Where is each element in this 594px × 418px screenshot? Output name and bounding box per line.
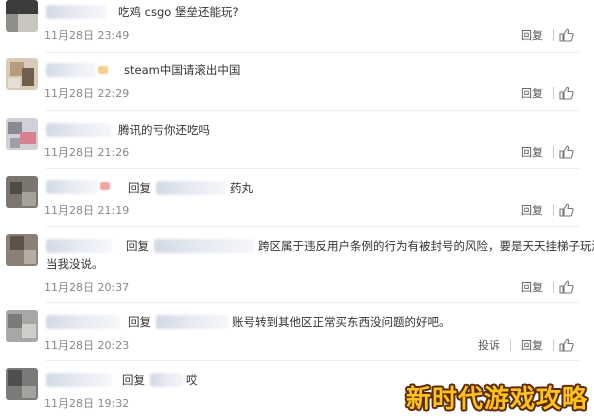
comment-item: 回复 账号转到其他区正常买东西没问题的好吧。 11月28日 20:23 投诉 回… [0, 310, 594, 367]
thumbs-up-icon[interactable] [558, 86, 574, 100]
username-blurred[interactable] [46, 5, 106, 19]
comment-text: 账号转到其他区正常买东西没问题的好吧。 [232, 315, 451, 329]
comment-text: 哎 [186, 373, 198, 387]
thumbs-up-icon[interactable] [558, 203, 574, 217]
avatar[interactable] [6, 234, 38, 266]
username-blurred[interactable] [46, 63, 96, 77]
reply-button[interactable]: 回复 [515, 144, 549, 160]
comment-time: 11月28日 20:37 [44, 281, 130, 294]
thumbs-up-icon[interactable] [558, 145, 574, 159]
avatar[interactable] [6, 58, 38, 90]
reply-button[interactable]: 回复 [515, 27, 549, 43]
reply-prefix: 回复 [128, 315, 151, 329]
thumbs-up-icon[interactable] [558, 28, 574, 42]
mention-blurred[interactable] [154, 239, 254, 253]
comment-actions: 回复 [515, 202, 574, 218]
report-button[interactable]: 投诉 [472, 337, 506, 353]
comment-actions: 回复 [515, 27, 574, 43]
comment-time: 11月28日 20:23 [44, 339, 130, 352]
comment-divider [46, 226, 580, 227]
username-blurred[interactable] [46, 373, 112, 387]
mention-blurred[interactable] [156, 181, 226, 195]
comment-divider [46, 360, 580, 361]
comment-divider [46, 302, 580, 303]
avatar[interactable] [6, 368, 38, 400]
divider [510, 339, 511, 351]
divider [553, 281, 554, 293]
comment-time: 11月28日 21:26 [44, 146, 130, 159]
comment-text: steam中国请滚出中国 [124, 63, 241, 77]
comment-actions: 回复 [515, 85, 574, 101]
comment-divider [46, 110, 580, 111]
reply-button[interactable]: 回复 [515, 202, 549, 218]
username-blurred[interactable] [46, 123, 112, 137]
comment-divider [46, 52, 580, 53]
comment-actions: 回复 [515, 144, 574, 160]
avatar[interactable] [6, 176, 38, 208]
divider [553, 87, 554, 99]
reply-button[interactable]: 回复 [515, 337, 549, 353]
comment-item: 腾讯的亏你还吃吗 11月28日 21:26 回复 [0, 118, 594, 175]
thumbs-up-icon[interactable] [558, 338, 574, 352]
comment-time: 11月28日 22:29 [44, 87, 130, 100]
username-blurred[interactable] [46, 239, 112, 253]
reply-button[interactable]: 回复 [515, 279, 549, 295]
watermark-logo: 新时代游戏攻略 [405, 384, 588, 413]
comment-text: 跨区属于违反用户条例的行为有被封号的风险，要是天天挂梯子玩游戏 [258, 239, 594, 253]
username-blurred[interactable] [46, 180, 98, 194]
reply-prefix: 回复 [128, 181, 151, 195]
avatar[interactable] [6, 310, 38, 342]
divider [553, 146, 554, 158]
comment-item: steam中国请滚出中国 11月28日 22:29 回复 [0, 58, 594, 115]
mention-blurred[interactable] [156, 315, 228, 329]
divider [553, 29, 554, 41]
comment-text: 吃鸡 csgo 堡垒还能玩? [118, 5, 239, 19]
divider [553, 339, 554, 351]
username-badge [98, 66, 108, 74]
comment-text-continued: 当我没说。 [46, 257, 104, 271]
comment-time: 11月28日 19:32 [44, 397, 130, 410]
divider [553, 204, 554, 216]
mention-blurred[interactable] [150, 373, 184, 387]
comment-time: 11月28日 21:19 [44, 204, 130, 217]
reply-button[interactable]: 回复 [515, 85, 549, 101]
comment-divider [46, 168, 580, 169]
comment-item: 回复 跨区属于违反用户条例的行为有被封号的风险，要是天天挂梯子玩游戏 当我没说。… [0, 234, 594, 304]
username-blurred[interactable] [46, 315, 120, 329]
comment-text: 药丸 [230, 181, 253, 195]
comment-item: 吃鸡 csgo 堡垒还能玩? 11月28日 23:49 回复 [0, 0, 594, 57]
comment-actions: 回复 [515, 279, 574, 295]
comment-actions: 投诉 回复 [472, 337, 574, 353]
reply-prefix: 回复 [122, 373, 145, 387]
avatar[interactable] [6, 118, 38, 150]
comment-time: 11月28日 23:49 [44, 29, 130, 42]
comment-text: 腾讯的亏你还吃吗 [118, 123, 210, 137]
avatar[interactable] [6, 0, 38, 32]
thumbs-up-icon[interactable] [558, 280, 574, 294]
reply-prefix: 回复 [126, 239, 149, 253]
comment-item: 回复 药丸 11月28日 21:19 回复 [0, 176, 594, 233]
username-badge [100, 182, 110, 190]
